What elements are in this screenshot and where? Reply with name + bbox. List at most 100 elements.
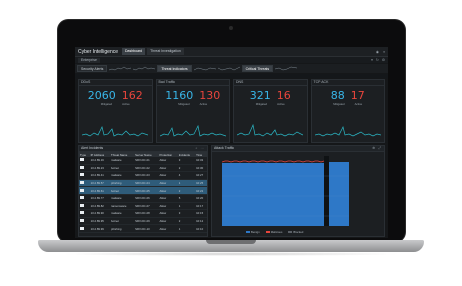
kpi-card-bad-traffic[interactable]: Bad Traffic 1160 130 Mitigated Active [155, 79, 230, 143]
nav-sparkline-3 [193, 67, 216, 71]
table-cell: 10.2.89.23 [89, 164, 111, 173]
kpi-title: TCP ACK [311, 80, 384, 86]
table-cell: 10.2.89.57 [89, 179, 111, 188]
row-type-icon [80, 188, 84, 192]
camera-icon [229, 26, 233, 30]
search-icon[interactable]: ⌕ [196, 146, 199, 150]
table-cell: 10:15 [195, 209, 207, 218]
table-cell: Allow [158, 164, 178, 173]
kpi-active-count: 130 [199, 89, 221, 102]
table-row[interactable]: 10.2.89.95 botnet SRV-DC-09 Allow 2 10:12 [79, 217, 207, 226]
toolbar-icons: ▾ ↻ ⚙ [371, 58, 385, 62]
table-cell: SRV-DC-07 [134, 202, 159, 211]
row-type-icon [80, 165, 84, 169]
kpi-card-tcp-ack[interactable]: TCP ACK 88 17 Mitigated Active [310, 79, 385, 143]
nav-critical-threats[interactable]: Critical Threats [241, 65, 274, 72]
kpi-mitigated-label: Mitigated [255, 102, 268, 106]
table-cell: 2 [177, 164, 196, 173]
table-cell: Allow [158, 209, 178, 218]
kpi-active-label: Active [354, 102, 363, 106]
toolbar: Enterprise ▾ ↻ ⚙ [75, 57, 388, 63]
table-cell: 10.2.89.41 [89, 171, 111, 180]
table-cell: 2 [177, 217, 196, 226]
settings-icon[interactable]: ⚙ [382, 58, 385, 62]
nav-sparkline-4 [217, 66, 240, 71]
table-cell: malware [110, 209, 135, 218]
table-cell: 10:25 [195, 179, 207, 188]
bottom-panels: Alert Incidents ⌕ ⋯ Type IP Address Thre… [78, 145, 385, 237]
kpi-card-ddos[interactable]: DDoS 2060 162 Mitigated Active [78, 79, 153, 143]
kpi-mitigated-label: Mitigated [333, 102, 345, 106]
nav-sparkline-2 [133, 66, 156, 71]
kpi-active-label: Active [277, 102, 285, 106]
table-row[interactable]: 10.2.89.99 phishing SRV-DC-10 Allow 1 10:10 [79, 224, 207, 233]
nav-threat-indicators[interactable]: Threat Indicators [157, 65, 192, 72]
table-cell: Allow [158, 194, 178, 203]
table-cell: 10:32 [195, 157, 207, 165]
data-gap [324, 156, 329, 226]
panel-tools: ⊕ ⤢ [372, 146, 382, 151]
table-cell: 1 [177, 224, 196, 233]
more-icon[interactable]: ⋯ [201, 146, 206, 150]
table-row[interactable]: 10.2.89.57 phishing SRV-DC-04 Allow 1 10:25 [79, 179, 207, 188]
menu-icon[interactable]: ≡ [383, 50, 385, 54]
kpi-mitigated-count: 2060 [87, 89, 116, 102]
refresh-icon[interactable]: ↻ [376, 58, 379, 62]
table-cell: SRV-DC-08 [134, 209, 159, 218]
table-cell: 3 [177, 157, 196, 165]
table-row[interactable]: 10.2.89.41 malware SRV-DC-03 Allow 4 10:27 [79, 171, 207, 180]
laptop-base [38, 240, 424, 252]
table-row[interactable]: 10.2.89.82 ransomware SRV-DC-07 Allow 1 10:17 [79, 202, 207, 211]
row-type-icon [80, 211, 84, 215]
chart-legend: Benign Malicious Blocked [246, 230, 303, 234]
row-type-icon [80, 203, 84, 207]
table-cell: Allow [158, 202, 178, 211]
tab-threat-investigation[interactable]: Threat Investigation [147, 48, 184, 55]
table-row[interactable]: 10.2.89.23 botnet SRV-DC-02 Allow 2 10:30 [79, 164, 207, 173]
row-type-icon [80, 158, 84, 162]
table-cell: malware [110, 171, 135, 180]
kpi-mitigated-count: 1160 [165, 89, 194, 102]
table-cell: phishing [110, 179, 135, 188]
kpi-mitigated-count: 321 [249, 89, 271, 102]
table-cell: Allow [158, 179, 178, 188]
laptop-lid: Cyber Intelligence Dashboard Threat Inve… [58, 20, 405, 242]
stage: Cyber Intelligence Dashboard Threat Inve… [0, 0, 462, 286]
zoom-icon[interactable]: ⊕ [372, 146, 376, 150]
table-cell: 10.2.89.61 [89, 186, 111, 195]
kpi-card-dns[interactable]: DNS 321 16 Mitigated Active [233, 79, 308, 143]
table-cell: 10.2.89.90 [89, 209, 111, 218]
nav-security-alerts[interactable]: Security Alerts [77, 65, 108, 72]
tab-dashboard[interactable]: Dashboard [122, 48, 146, 55]
table-cell: SRV-DC-04 [134, 179, 159, 188]
kpi-row: DDoS 2060 162 Mitigated Active Bad Traff… [78, 79, 385, 143]
table-cell: 5 [177, 194, 196, 203]
table-row[interactable]: 10.2.89.77 malware SRV-DC-06 Allow 5 10:20 [79, 194, 207, 203]
nav-bar: Security Alerts Threat Indicators Critic… [75, 64, 388, 73]
kpi-mitigated-count: 88 [330, 89, 345, 102]
table-cell: SRV-DC-06 [134, 194, 159, 203]
kpi-sparkline [314, 125, 381, 137]
table-cell: 10:17 [195, 202, 207, 211]
table-cell: 1 [177, 179, 196, 188]
table-cell: Allow [158, 224, 178, 233]
table-cell: 10.2.89.95 [89, 217, 111, 226]
row-type-icon [80, 219, 84, 223]
nav-sparkline-5 [275, 66, 298, 71]
app-title: Cyber Intelligence [78, 48, 119, 55]
kpi-active-count: 162 [121, 89, 143, 102]
user-icon[interactable]: ◉ [376, 50, 379, 54]
row-type-icon [80, 173, 84, 177]
table-row[interactable]: 10.2.89.16 malware SRV-DC-01 Allow 3 10:32 [79, 157, 207, 165]
row-type-icon [80, 226, 84, 230]
alert-table: Type IP Address Threat Name Server Name … [79, 152, 207, 233]
enterprise-filter[interactable]: Enterprise [78, 57, 100, 63]
table-cell: malware [110, 194, 135, 203]
expand-icon[interactable]: ⤢ [378, 146, 382, 150]
table-cell: phishing [110, 224, 135, 233]
filter-icon[interactable]: ▾ [371, 58, 373, 62]
table-cell: Allow [158, 157, 178, 165]
table-row[interactable]: 10.2.89.90 malware SRV-DC-08 Allow 3 10:15 [79, 209, 207, 218]
table-cell: Allow [158, 217, 178, 226]
table-row[interactable]: 10.2.89.61 botnet SRV-DC-05 Allow 2 10:22 [79, 186, 207, 195]
